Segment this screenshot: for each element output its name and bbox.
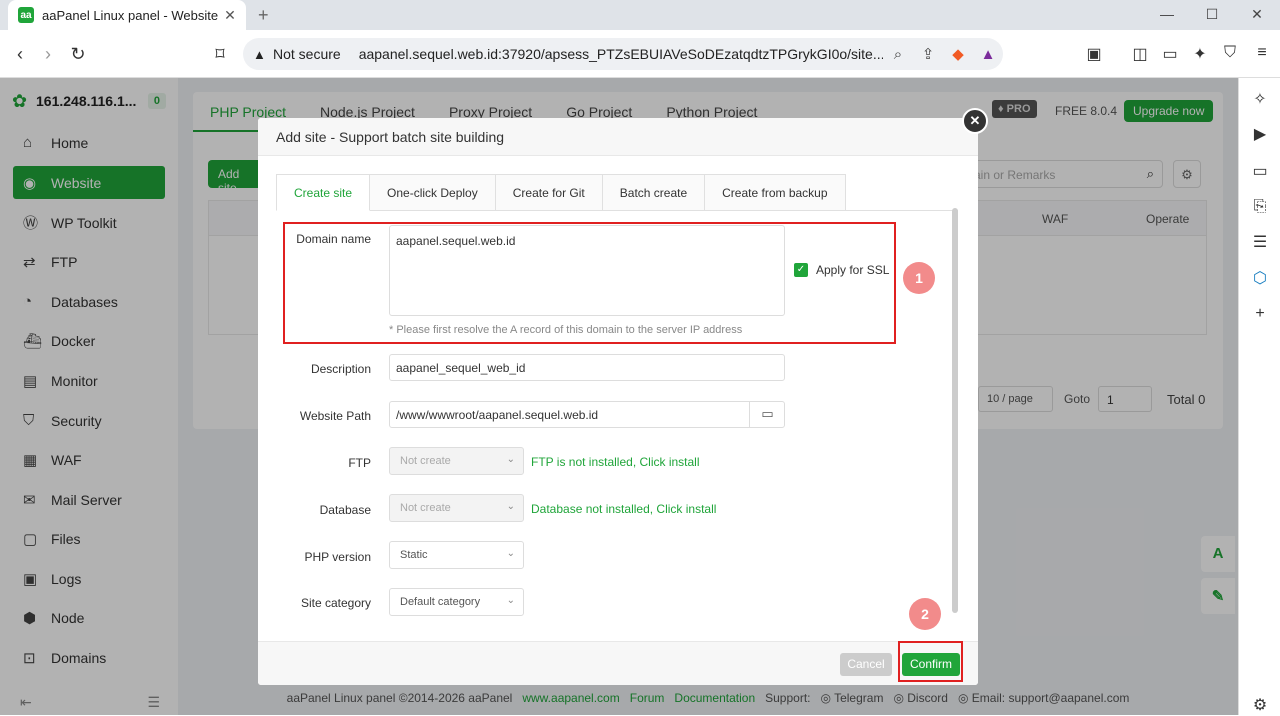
tab-title: aaPanel Linux panel - Website [42,7,219,23]
add-site-modal: Add site - Support batch site building C… [258,118,978,685]
ftp-select-value: Not create [400,455,451,467]
site-category-value: Default category [400,596,481,608]
add-sidebar-icon[interactable]: + [1249,303,1271,325]
php-version-select[interactable]: Static ⌄ [389,541,524,569]
site-category-select[interactable]: Default category ⌄ [389,588,524,616]
leo-sidebar-icon[interactable]: ✧ [1249,88,1271,110]
database-select-value: Not create [400,502,451,514]
cancel-button[interactable]: Cancel [840,653,892,676]
database-label: Database [319,503,371,517]
step-marker-2: 2 [909,598,941,630]
wallet-sidebar-icon[interactable]: ▭ [1249,160,1271,182]
tab-one-click-deploy[interactable]: One-click Deploy [370,174,496,211]
aapanel-favicon-icon: aa [18,7,34,23]
ftp-install-link[interactable]: FTP is not installed, Click install [531,455,700,469]
wallet-icon[interactable]: ▭ [1156,44,1184,64]
chevron-down-icon: ⌄ [506,548,515,559]
brave-shield-icon[interactable]: ◆ [943,45,973,63]
php-version-value: Static [400,549,428,561]
back-icon[interactable]: ‹ [8,44,32,65]
chevron-down-icon: ⌄ [506,595,515,606]
tab-create-from-backup[interactable]: Create from backup [705,174,846,211]
modal-title: Add site - Support batch site building [258,118,978,156]
tab-create-for-git[interactable]: Create for Git [495,174,603,211]
bookmark-icon[interactable]: ⌑ [208,44,232,65]
modal-scrollbar[interactable] [952,208,958,613]
modal-tabs: Create site One-click Deploy Create for … [276,174,958,211]
zoom-icon[interactable]: ⌕ [883,46,913,63]
tab-batch-create[interactable]: Batch create [602,174,706,211]
menu-icon[interactable]: ≡ [1248,44,1276,62]
forward-icon[interactable]: › [36,44,60,65]
vpn-icon[interactable]: ⛉ [1216,44,1244,62]
path-label: Website Path [299,409,371,423]
description-input[interactable]: aapanel_sequel_web_id [389,354,785,381]
browser-side-panel: ✧ ▶ ▭ ⎘ ☰ ⬡ + ⚙ [1238,78,1280,715]
app-sidebar-icon[interactable]: ⬡ [1249,267,1271,289]
database-select[interactable]: Not create ⌄ [389,494,524,522]
share-icon[interactable]: ⇪ [913,45,943,63]
minimize-icon[interactable]: — [1152,6,1182,22]
reader-mode-icon[interactable]: ▣ [1080,44,1108,64]
browser-tab-strip: aa aaPanel Linux panel - Website ✕ + — ☐… [0,0,1280,30]
chevron-down-icon: ⌄ [506,501,515,512]
sidebar-toggle-icon[interactable]: ◫ [1126,44,1154,64]
ftp-select[interactable]: Not create ⌄ [389,447,524,475]
url-text: aapanel.sequel.web.id:37920/apsess_PTZsE… [358,46,883,62]
not-secure-label: Not secure [273,46,341,62]
modal-footer: Cancel Confirm [258,641,978,685]
folder-icon[interactable]: ▭ [749,401,785,428]
close-tab-icon[interactable]: ✕ [220,7,240,24]
browser-tab[interactable]: aa aaPanel Linux panel - Website ✕ [8,0,246,30]
brave-rewards-icon[interactable]: ▲ [973,46,1003,63]
playlist-icon[interactable]: ▶ [1249,123,1271,145]
database-install-link[interactable]: Database not installed, Click install [531,502,716,516]
step-marker-1: 1 [903,262,935,294]
site-category-label: Site category [300,596,371,610]
highlight-box-confirm [898,641,963,682]
close-window-icon[interactable]: ✕ [1242,6,1272,23]
leo-ai-icon[interactable]: ✦ [1186,44,1214,64]
reload-icon[interactable]: ↻ [66,44,90,65]
sidebar-settings-icon[interactable]: ⚙ [1249,694,1271,716]
path-input[interactable]: /www/wwwroot/aapanel.sequel.web.id [389,401,785,428]
warning-icon: ▲ [253,46,266,62]
tab-create-site[interactable]: Create site [276,174,371,211]
description-label: Description [310,362,371,376]
php-version-label: PHP version [304,550,371,564]
bookmarks-sidebar-icon[interactable]: ⎘ [1249,196,1271,218]
address-bar-row: ‹ › ↻ ⌑ ▲ Not secure aapanel.sequel.web.… [0,30,1280,78]
ftp-label: FTP [348,456,371,470]
reading-list-icon[interactable]: ☰ [1249,231,1271,253]
new-tab-icon[interactable]: + [258,5,269,26]
chevron-down-icon: ⌄ [506,454,515,465]
close-icon[interactable]: ✕ [962,108,988,134]
omnibox[interactable]: ▲ Not secure aapanel.sequel.web.id:37920… [243,38,1003,70]
maximize-icon[interactable]: ☐ [1197,6,1227,23]
highlight-box-domain [283,222,896,344]
